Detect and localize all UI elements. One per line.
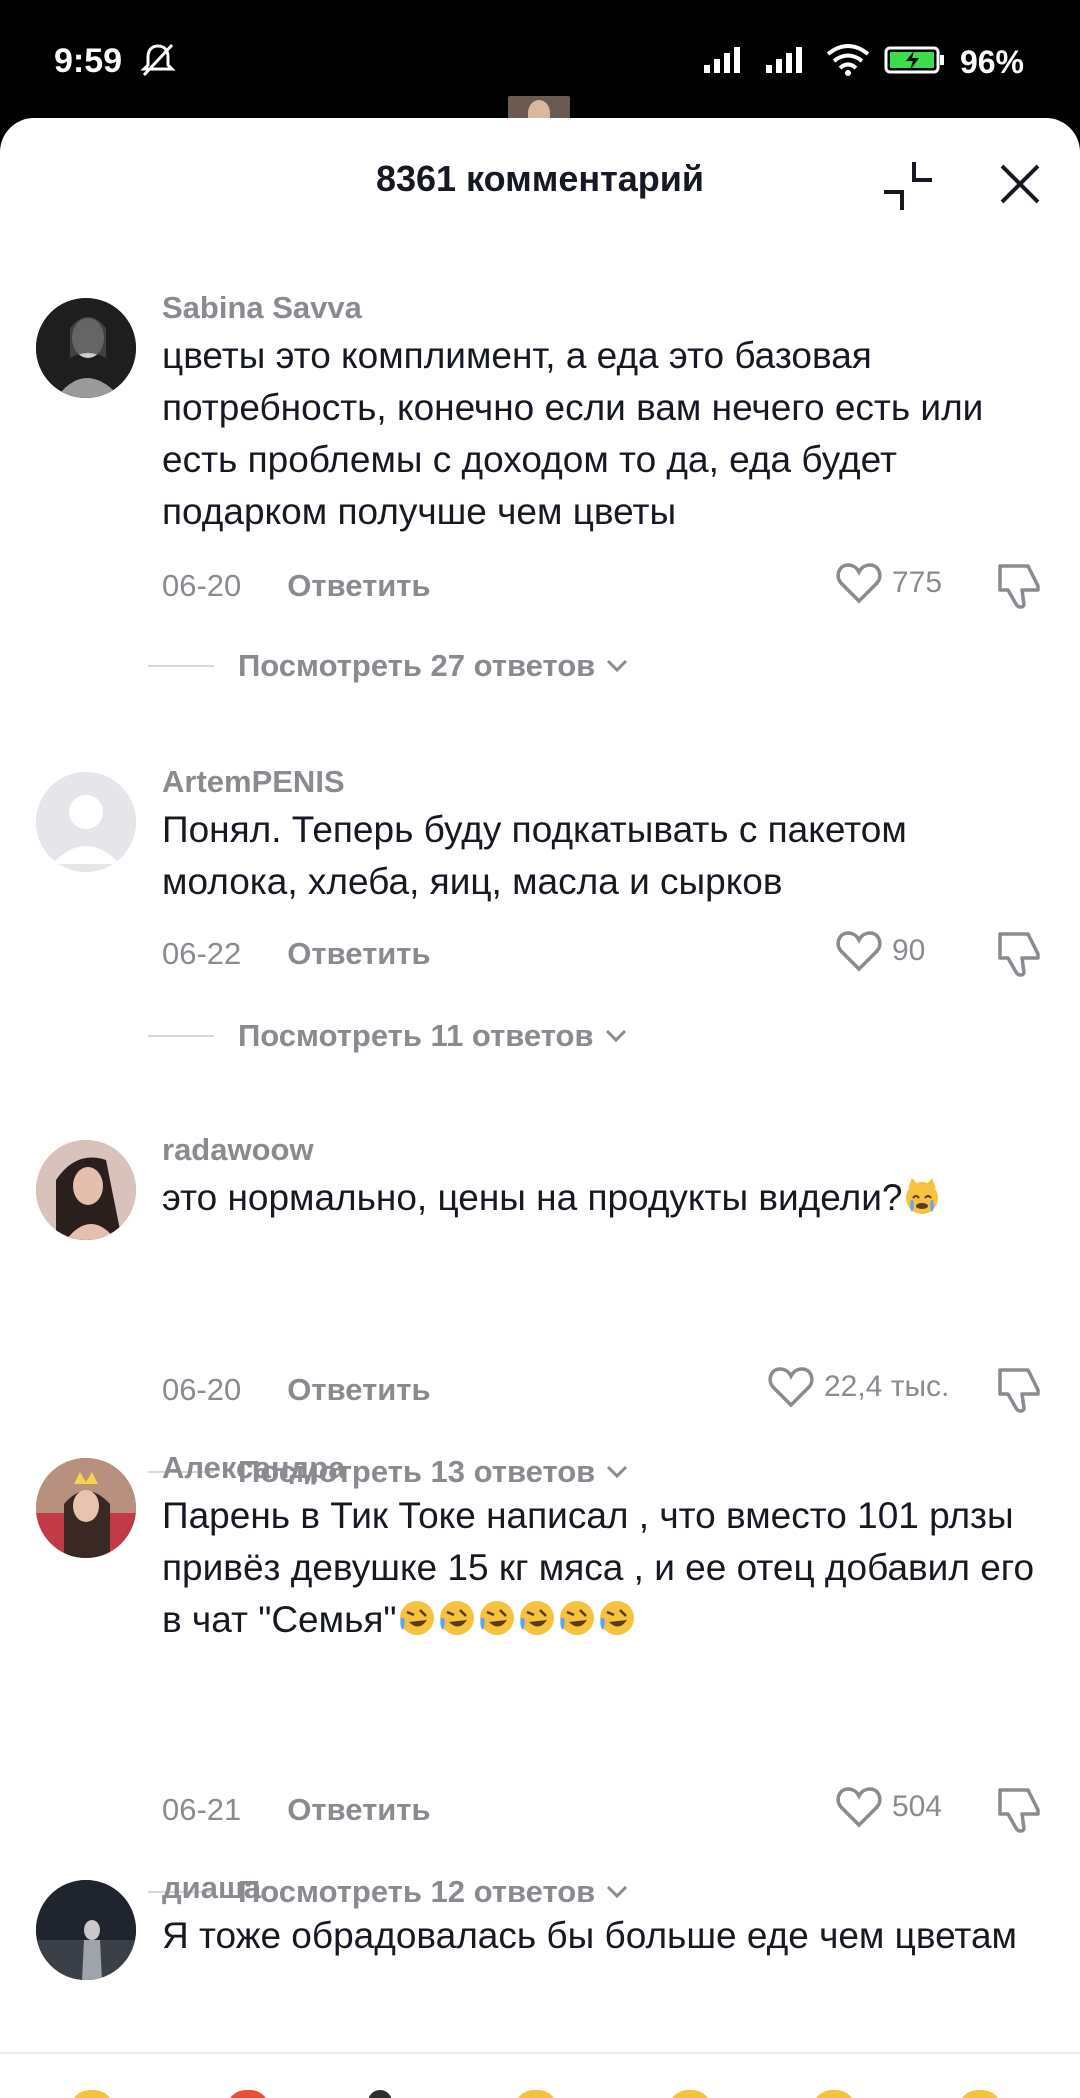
- heart-icon: [836, 931, 882, 972]
- signal-icon: [764, 45, 812, 80]
- emoji-icon[interactable]: [812, 2090, 856, 2098]
- like-count: 90: [892, 934, 926, 967]
- collapse-icon: [884, 162, 932, 210]
- reply-button[interactable]: Ответить: [287, 936, 430, 972]
- status-time: 9:59: [54, 42, 123, 80]
- comment-text: Понял. Теперь буду подкатывать с пакетом…: [162, 809, 907, 902]
- like-button[interactable]: 90: [836, 930, 925, 972]
- reply-button[interactable]: Ответить: [287, 568, 430, 604]
- chevron-down-icon: [607, 1885, 628, 1899]
- emoji-icon[interactable]: [226, 2090, 270, 2098]
- comment-meta: 06-22 Ответить: [162, 936, 431, 972]
- comment-date: 06-21: [162, 1792, 242, 1827]
- emoji-icon[interactable]: [70, 2090, 114, 2098]
- thumbs-down-icon: [998, 1788, 1040, 1833]
- divider: [148, 665, 214, 667]
- heart-icon: [836, 563, 882, 604]
- comment-text: Парень в Тик Токе написал , что вместо 1…: [162, 1490, 1042, 1646]
- comment-date: 06-20: [162, 568, 242, 603]
- avatar[interactable]: [36, 1880, 136, 1980]
- muted-icon: [138, 42, 178, 83]
- comment-author[interactable]: ArtemPENIS: [162, 764, 345, 800]
- crying-cat-emoji: [906, 1178, 939, 1214]
- comments-sheet: 8361 комментарий Sabina Savva цветы это …: [0, 118, 1080, 2098]
- rofl-emoji: [399, 1601, 434, 1635]
- comment-author[interactable]: Александра: [162, 1450, 345, 1486]
- chevron-down-icon: [607, 1465, 628, 1479]
- chevron-down-icon: [607, 659, 628, 673]
- thumbs-down-icon: [998, 932, 1040, 977]
- comment-author[interactable]: Sabina Savva: [162, 290, 362, 326]
- like-count: 22,4 тыс.: [824, 1370, 950, 1403]
- view-replies-label: Посмотреть 12 ответов: [238, 1874, 596, 1909]
- heart-icon: [836, 1787, 882, 1828]
- like-button[interactable]: 504: [836, 1786, 942, 1828]
- comment-meta: 06-21 Ответить: [162, 1792, 431, 1828]
- like-count: 775: [892, 566, 943, 599]
- reply-button[interactable]: Ответить: [287, 1792, 430, 1828]
- comment-meta: 06-20 Ответить: [162, 568, 431, 604]
- view-replies-label: Посмотреть 11 ответов: [238, 1018, 594, 1053]
- dislike-button[interactable]: [994, 1784, 1046, 1836]
- view-replies-label: Посмотреть 27 ответов: [238, 648, 596, 683]
- battery-percent: 96%: [959, 44, 1024, 80]
- status-bar: 9:59 96%: [0, 0, 1080, 126]
- close-button[interactable]: [996, 160, 1044, 208]
- battery-icon: [884, 45, 946, 80]
- comment-text: это нормально, цены на продукты видели?: [162, 1172, 1042, 1224]
- sheet-header: 8361 комментарий: [0, 118, 1080, 238]
- view-replies-button[interactable]: Посмотреть 27 ответов: [148, 648, 629, 684]
- thumbs-down-icon: [998, 564, 1040, 609]
- emoji-icon[interactable]: [668, 2090, 712, 2098]
- comment-author[interactable]: диаша: [162, 1870, 261, 1906]
- comment-text: Я тоже обрадовалась бы больше еде чем цв…: [162, 1915, 1017, 1956]
- avatar-placeholder[interactable]: [36, 772, 136, 872]
- like-button[interactable]: 775: [836, 562, 942, 604]
- avatar[interactable]: [36, 1140, 136, 1240]
- dislike-button[interactable]: [994, 1364, 1046, 1416]
- rofl-emoji-group: [397, 1599, 637, 1640]
- comment-author[interactable]: radawoow: [162, 1132, 314, 1168]
- emoji-icon[interactable]: [958, 2090, 1002, 2098]
- rofl-emoji: [559, 1601, 594, 1635]
- emoji-icon[interactable]: [368, 2090, 392, 2098]
- comment-text-content: это нормально, цены на продукты видели?: [162, 1177, 903, 1218]
- avatar[interactable]: [36, 298, 136, 398]
- like-button[interactable]: 22,4 тыс.: [768, 1366, 949, 1408]
- reply-button[interactable]: Ответить: [287, 1372, 430, 1408]
- rofl-emoji: [599, 1601, 634, 1635]
- close-icon: [1000, 164, 1040, 204]
- avatar[interactable]: [36, 1458, 136, 1558]
- thumbs-down-icon: [998, 1368, 1040, 1413]
- wifi-icon: [826, 44, 870, 81]
- comment-meta: 06-20 Ответить: [162, 1372, 431, 1408]
- view-replies-button[interactable]: Посмотреть 11 ответов: [148, 1018, 628, 1054]
- heart-icon: [768, 1367, 814, 1408]
- dislike-button[interactable]: [994, 560, 1046, 612]
- comment-date: 06-20: [162, 1372, 242, 1407]
- emoji-icon[interactable]: [514, 2090, 558, 2098]
- status-right: 96%: [702, 44, 1024, 81]
- like-count: 504: [892, 1790, 943, 1823]
- chevron-down-icon: [605, 1029, 626, 1043]
- divider: [148, 1035, 214, 1037]
- collapse-button[interactable]: [880, 158, 936, 214]
- rofl-emoji: [479, 1601, 514, 1635]
- rofl-emoji: [439, 1601, 474, 1635]
- rofl-emoji: [519, 1601, 554, 1635]
- comment-text: цветы это комплимент, а еда это базовая …: [162, 335, 984, 532]
- dislike-button[interactable]: [994, 928, 1046, 980]
- signal-icon: [702, 45, 750, 80]
- comment-date: 06-22: [162, 936, 242, 971]
- emoji-quick-bar: [0, 2052, 1080, 2098]
